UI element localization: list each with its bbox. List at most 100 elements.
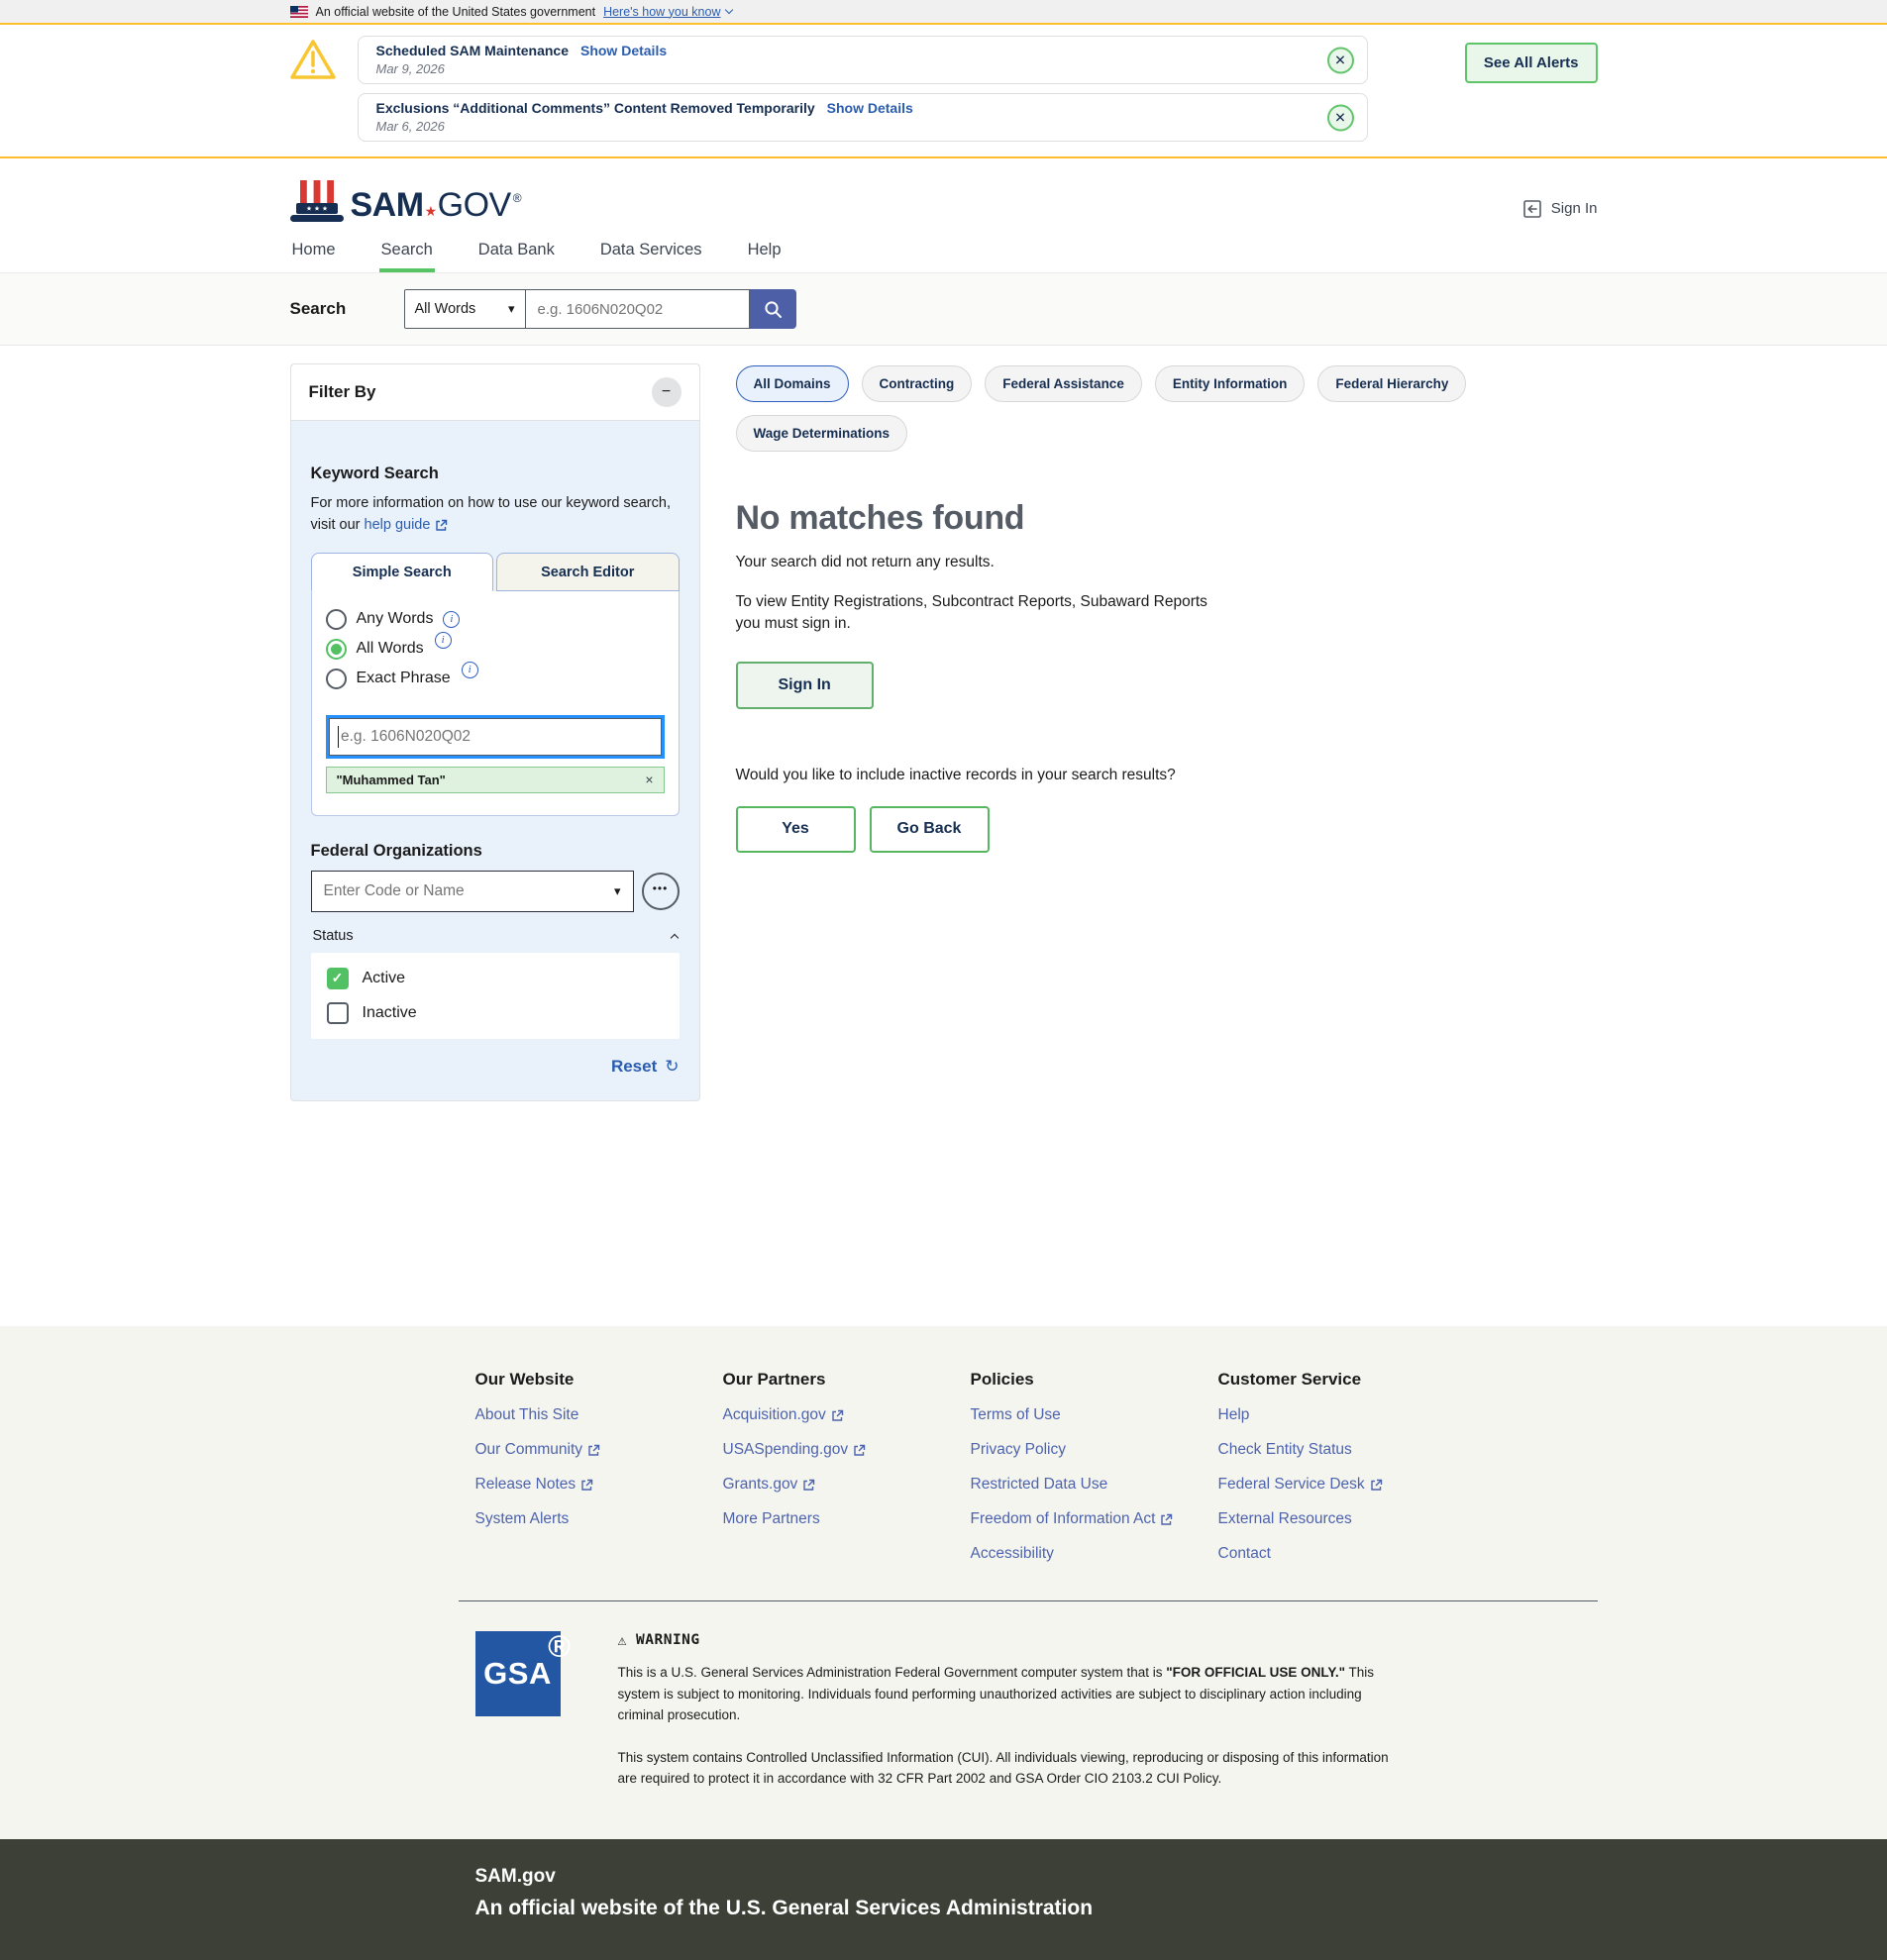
gsa-logo: GSA ® (475, 1631, 561, 1716)
footer-link-more-partners[interactable]: More Partners (723, 1510, 820, 1528)
no-matches-title: No matches found (736, 499, 1598, 538)
site-header: SAM★GOV® Sign In (0, 158, 1887, 231)
footer-link-help[interactable]: Help (1218, 1406, 1250, 1424)
gov-banner: An official website of the United States… (0, 0, 1887, 25)
footer-link-restricted-data-use[interactable]: Restricted Data Use (971, 1476, 1108, 1494)
ellipsis-icon: ••• (653, 881, 669, 895)
alerts-section: Scheduled SAM MaintenanceShow Details Ma… (0, 25, 1887, 158)
minus-icon: − (662, 383, 671, 401)
footer-link-usaspending-gov[interactable]: USASpending.gov (723, 1441, 867, 1459)
domain-tab-entity-information[interactable]: Entity Information (1155, 365, 1306, 402)
radio-all-words[interactable]: All Words i (326, 639, 665, 660)
star-icon: ★ (425, 203, 437, 220)
dismiss-alert-button[interactable]: ✕ (1327, 104, 1354, 131)
radio-any-words[interactable]: Any Words i (326, 609, 665, 630)
nav-item-data-bank[interactable]: Data Bank (476, 231, 557, 272)
footer-link-foia[interactable]: Freedom of Information Act (971, 1510, 1174, 1528)
checkbox-unchecked-icon[interactable] (327, 1002, 349, 1024)
footer-link-privacy-policy[interactable]: Privacy Policy (971, 1441, 1066, 1459)
nav-item-home[interactable]: Home (290, 231, 338, 272)
search-band: Search All Words ▾ (0, 272, 1887, 346)
radio-button[interactable] (326, 669, 347, 689)
search-button[interactable] (750, 289, 796, 329)
info-icon[interactable]: i (435, 632, 452, 649)
no-results-message: Your search did not return any results. (736, 554, 1598, 571)
reset-link[interactable]: Reset (611, 1057, 657, 1077)
sign-in-icon (1522, 199, 1542, 219)
checkbox-checked-icon[interactable]: ✓ (327, 968, 349, 989)
see-all-alerts-button[interactable]: See All Alerts (1465, 43, 1598, 83)
info-icon[interactable]: i (443, 611, 460, 628)
sam-gov-logo[interactable]: SAM★GOV® (290, 178, 522, 225)
external-link-icon (580, 1479, 593, 1492)
footer-link-terms-of-use[interactable]: Terms of Use (971, 1406, 1061, 1424)
nav-item-search[interactable]: Search (379, 231, 435, 272)
footer-link-system-alerts[interactable]: System Alerts (475, 1510, 570, 1528)
filter-title: Filter By (309, 382, 376, 402)
go-back-button[interactable]: Go Back (870, 806, 990, 853)
footer-link-acquisition-gov[interactable]: Acquisition.gov (723, 1406, 844, 1424)
tab-search-editor[interactable]: Search Editor (496, 553, 680, 591)
external-link-icon (587, 1444, 600, 1457)
domain-tab-all-domains[interactable]: All Domains (736, 365, 849, 402)
external-link-icon (802, 1479, 815, 1492)
text-caret (338, 726, 340, 748)
dismiss-alert-button[interactable]: ✕ (1327, 47, 1354, 73)
search-input[interactable] (526, 289, 750, 329)
nav-item-data-services[interactable]: Data Services (598, 231, 704, 272)
radio-button[interactable] (326, 639, 347, 660)
help-guide-link[interactable]: help guide (365, 515, 449, 537)
footer-column-customer-service: Customer Service Help Check Entity Statu… (1218, 1370, 1466, 1563)
external-link-icon (435, 519, 448, 532)
federal-organizations-heading: Federal Organizations (311, 842, 680, 861)
alert-card: Scheduled SAM MaintenanceShow Details Ma… (358, 36, 1368, 84)
footer-link-grants-gov[interactable]: Grants.gov (723, 1476, 816, 1494)
alert-title: Scheduled SAM Maintenance (376, 43, 569, 58)
footer-link-accessibility[interactable]: Accessibility (971, 1545, 1054, 1563)
nav-item-help[interactable]: Help (746, 231, 784, 272)
show-details-link[interactable]: Show Details (580, 43, 667, 58)
external-link-icon (1370, 1479, 1383, 1492)
footer-column-policies: Policies Terms of Use Privacy Policy Res… (971, 1370, 1218, 1563)
checkbox-inactive[interactable]: Inactive (327, 1002, 664, 1024)
tab-simple-search[interactable]: Simple Search (311, 553, 494, 591)
footer-link-our-community[interactable]: Our Community (475, 1441, 601, 1459)
bottom-footer: SAM.gov An official website of the U.S. … (0, 1839, 1887, 1960)
domain-tab-federal-hierarchy[interactable]: Federal Hierarchy (1317, 365, 1466, 402)
domain-tab-wage-determinations[interactable]: Wage Determinations (736, 415, 908, 452)
reset-icon[interactable]: ↻ (665, 1057, 679, 1077)
brand-gov: GOV (438, 186, 511, 225)
dropdown-arrow-icon: ▾ (614, 883, 621, 899)
checkbox-active[interactable]: ✓ Active (327, 968, 664, 989)
domain-tab-federal-assistance[interactable]: Federal Assistance (985, 365, 1142, 402)
warning-triangle-icon (290, 39, 336, 80)
federal-org-combobox[interactable]: Enter Code or Name ▾ (311, 871, 634, 912)
footer-link-about-this-site[interactable]: About This Site (475, 1406, 579, 1424)
domain-tab-contracting[interactable]: Contracting (862, 365, 973, 402)
search-mode-select[interactable]: All Words ▾ (404, 289, 526, 329)
warning-paragraph-2: This system contains Controlled Unclassi… (618, 1747, 1411, 1790)
collapse-filters-button[interactable]: − (652, 377, 681, 407)
radio-exact-phrase[interactable]: Exact Phrase i (326, 669, 665, 689)
header-sign-in-link[interactable]: Sign In (1522, 199, 1598, 219)
chip-remove-button[interactable]: × (645, 772, 653, 787)
footer-link-contact[interactable]: Contact (1218, 1545, 1271, 1563)
external-link-icon (853, 1444, 866, 1457)
radio-button[interactable] (326, 609, 347, 630)
footer-link-check-entity-status[interactable]: Check Entity Status (1218, 1441, 1352, 1459)
chevron-down-icon (724, 6, 732, 14)
more-options-button[interactable]: ••• (642, 873, 680, 910)
info-icon[interactable]: i (462, 662, 478, 678)
keyword-input[interactable]: e.g. 1606N020Q02 (326, 715, 665, 759)
sign-in-button[interactable]: Sign In (736, 662, 874, 709)
footer-link-federal-service-desk[interactable]: Federal Service Desk (1218, 1476, 1383, 1494)
gov-banner-text: An official website of the United States… (316, 5, 596, 19)
status-section-toggle[interactable]: Status (311, 928, 680, 944)
how-you-know-link[interactable]: Here's how you know (603, 5, 731, 19)
uncle-sam-hat-icon (290, 178, 344, 225)
yes-button[interactable]: Yes (736, 806, 856, 853)
footer-column-our-website: Our Website About This Site Our Communit… (475, 1370, 723, 1563)
footer-link-external-resources[interactable]: External Resources (1218, 1510, 1352, 1528)
show-details-link[interactable]: Show Details (827, 100, 913, 116)
footer-link-release-notes[interactable]: Release Notes (475, 1476, 594, 1494)
